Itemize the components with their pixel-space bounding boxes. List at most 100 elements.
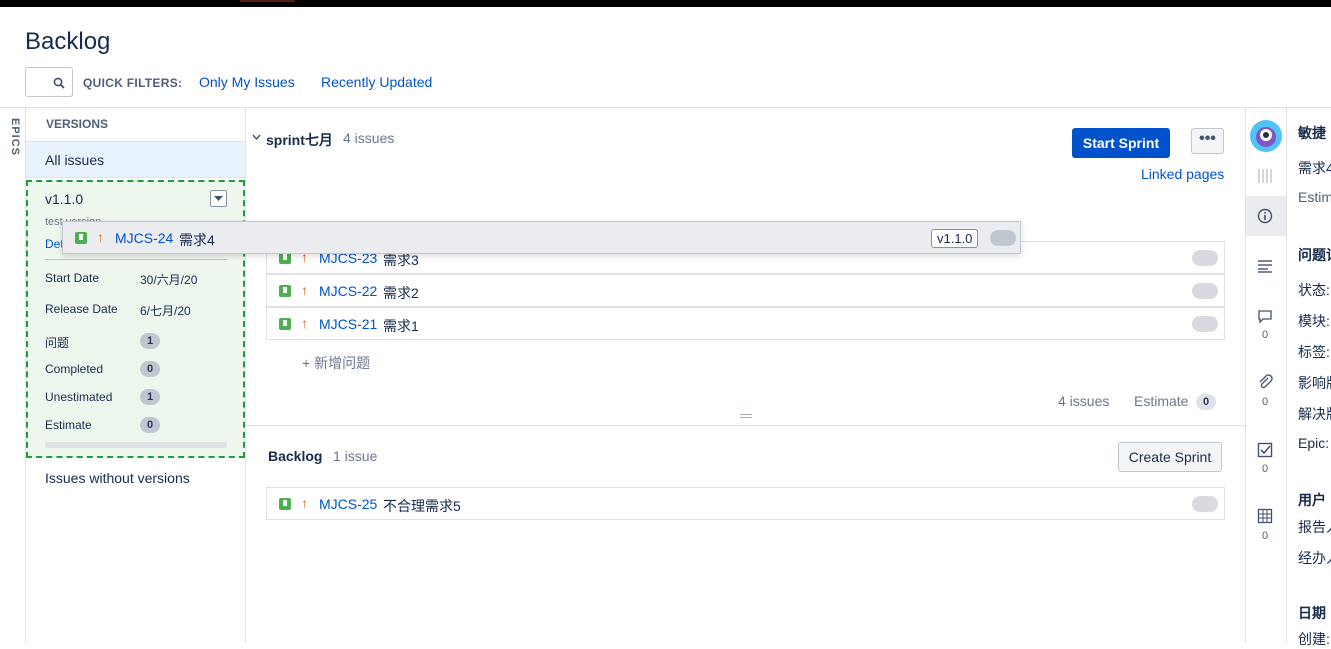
- estimate-pill: [990, 230, 1016, 246]
- header-divider: [0, 107, 1331, 108]
- detail-field-component: 模块:: [1298, 313, 1330, 329]
- detail-project-name: 敏捷: [1298, 125, 1326, 141]
- project-avatar: [1250, 120, 1282, 152]
- top-bar: [0, 0, 1331, 7]
- unestimated-badge: 1: [140, 389, 160, 405]
- sprint-footer-estimate-label: Estimate: [1134, 393, 1189, 409]
- issue-key[interactable]: MJCS-24: [115, 230, 173, 246]
- version-progress-bar: [45, 442, 227, 448]
- sprint-collapse-icon[interactable]: [252, 134, 261, 140]
- detail-field-status: 状态:: [1298, 282, 1330, 298]
- issue-summary: 需求4: [179, 232, 215, 248]
- sprint-issue-count: 4 issues: [343, 130, 395, 146]
- search-icon: [53, 77, 65, 89]
- attachment-count: 0: [1262, 396, 1269, 408]
- issue-row[interactable]: ↑ MJCS-22 需求2: [266, 274, 1225, 307]
- subtask-count: 0: [1262, 463, 1269, 475]
- issue-summary: 需求1: [383, 318, 419, 334]
- issue-summary: 需求2: [383, 285, 419, 301]
- detail-field-fix-version: 解决版: [1298, 406, 1331, 422]
- priority-high-icon: ↑: [301, 495, 308, 511]
- table-icon[interactable]: [1257, 508, 1273, 524]
- all-issues-item[interactable]: All issues: [26, 141, 245, 178]
- priority-high-icon: ↑: [301, 282, 308, 298]
- issues-without-versions[interactable]: Issues without versions: [45, 470, 190, 486]
- create-sprint-button[interactable]: Create Sprint: [1118, 442, 1222, 472]
- detail-section-details: 问题详: [1298, 247, 1331, 263]
- resize-handle[interactable]: [740, 414, 752, 418]
- issue-key[interactable]: MJCS-21: [319, 316, 377, 332]
- issue-row[interactable]: ↑ MJCS-25 不合理需求5: [266, 487, 1225, 520]
- info-icon[interactable]: [1257, 208, 1273, 224]
- version-details-link[interactable]: Det: [45, 237, 64, 251]
- issue-key[interactable]: MJCS-22: [319, 283, 377, 299]
- backlog-issue-count: 1 issue: [333, 448, 378, 464]
- filter-recently-updated[interactable]: Recently Updated: [321, 74, 432, 90]
- sprint-footer-estimate-badge: 0: [1196, 394, 1216, 410]
- estimate-pill: [1192, 283, 1218, 299]
- subtask-icon[interactable]: [1257, 442, 1273, 458]
- drag-handle-icon[interactable]: [1257, 168, 1273, 184]
- all-issues-label: All issues: [45, 152, 105, 168]
- detail-assignee: 经办人: [1298, 550, 1331, 566]
- versions-heading: VERSIONS: [46, 117, 109, 131]
- start-date-value: 30/六月/20: [140, 273, 198, 287]
- release-date-value: 6/七月/20: [140, 304, 191, 318]
- detail-estimate: Estim: [1298, 189, 1331, 205]
- estimate-badge: 0: [140, 417, 160, 433]
- versions-divider: [245, 108, 246, 643]
- sprint-name: sprint七月: [266, 132, 333, 148]
- priority-high-icon: ↑: [97, 229, 104, 245]
- sprint-backlog-divider: [246, 425, 1245, 426]
- estimate-label: Estimate: [45, 418, 92, 432]
- story-icon: [279, 498, 291, 510]
- detail-section-dates: 日期: [1298, 605, 1326, 621]
- issue-summary: 不合理需求5: [383, 498, 461, 514]
- estimate-pill: [1192, 316, 1218, 332]
- completed-badge: 0: [140, 361, 160, 377]
- detail-summary: 需求4: [1298, 160, 1331, 176]
- chevron-down-icon: [214, 196, 223, 201]
- table-count: 0: [1262, 530, 1269, 542]
- detail-field-epic: Epic:: [1298, 435, 1330, 451]
- start-date-label: Start Date: [45, 271, 100, 285]
- rail-divider: [1286, 108, 1287, 643]
- comment-count: 0: [1262, 329, 1269, 341]
- story-icon: [279, 318, 291, 330]
- issue-row[interactable]: ↑ MJCS-21 需求1: [266, 307, 1225, 340]
- unestimated-label: Unestimated: [45, 390, 113, 404]
- version-dropdown-button[interactable]: [210, 190, 227, 207]
- version-name: v1.1.0: [45, 191, 84, 207]
- story-icon: [279, 285, 291, 297]
- start-sprint-button[interactable]: Start Sprint: [1072, 128, 1170, 158]
- detail-field-affects-version: 影响版: [1298, 375, 1331, 391]
- page-title: Backlog: [25, 28, 111, 55]
- sprint-more-button[interactable]: •••: [1191, 128, 1224, 154]
- dragged-issue-row[interactable]: ↑ MJCS-24 需求4 v1.1.0: [62, 221, 1021, 254]
- detail-section-people: 用户: [1298, 492, 1326, 508]
- epics-panel-toggle[interactable]: EPICS: [9, 118, 21, 156]
- issues-badge: 1: [140, 333, 160, 349]
- comment-icon[interactable]: [1257, 308, 1273, 324]
- completed-label: Completed: [45, 362, 104, 376]
- detail-divider: [1245, 108, 1246, 643]
- estimate-pill: [1192, 250, 1218, 266]
- detail-field-labels: 标签:: [1298, 344, 1330, 360]
- version-lozenge: v1.1.0: [931, 229, 979, 248]
- detail-created: 创建:: [1298, 631, 1330, 647]
- quick-filters-label: QUICK FILTERS:: [83, 76, 183, 90]
- release-date-label: Release Date: [45, 302, 118, 316]
- estimate-pill: [1192, 496, 1218, 512]
- issue-key[interactable]: MJCS-25: [319, 496, 377, 512]
- story-icon: [75, 232, 87, 244]
- attachment-icon[interactable]: [1257, 374, 1273, 390]
- version-separator: [45, 259, 227, 260]
- create-issue-link[interactable]: + 新增问题: [302, 353, 370, 373]
- description-icon[interactable]: [1257, 258, 1273, 274]
- priority-high-icon: ↑: [301, 315, 308, 331]
- linked-pages-link[interactable]: Linked pages: [1141, 166, 1224, 182]
- detail-reporter: 报告人: [1298, 519, 1331, 535]
- search-input[interactable]: [25, 67, 73, 97]
- sprint-footer-count: 4 issues: [1058, 393, 1110, 409]
- filter-only-my-issues[interactable]: Only My Issues: [199, 74, 295, 90]
